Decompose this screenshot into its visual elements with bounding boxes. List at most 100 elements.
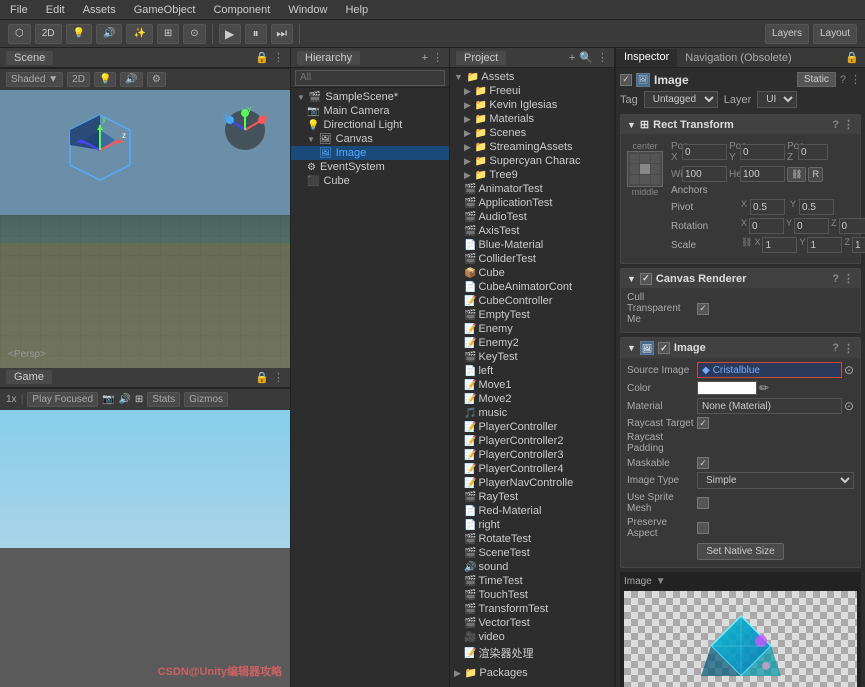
- tool-q[interactable]: ⬡: [8, 24, 31, 44]
- pivot-y-value[interactable]: 0.5: [799, 199, 834, 215]
- proj-raytest[interactable]: 🎬 RayTest: [450, 490, 614, 504]
- proj-kevin[interactable]: ▶ 📁 Kevin Iglesias: [450, 98, 614, 112]
- proj-enemy[interactable]: 📝 Enemy: [450, 322, 614, 336]
- cr-checkbox[interactable]: ✓: [640, 273, 652, 285]
- proj-freeui[interactable]: ▶ 📁 Freeui: [450, 84, 614, 98]
- image-type-dropdown[interactable]: Simple: [697, 472, 854, 489]
- gizmos-btn[interactable]: Gizmos: [184, 392, 228, 407]
- native-size-button[interactable]: Set Native Size: [697, 543, 783, 560]
- proj-streaming[interactable]: ▶ 📁 StreamingAssets: [450, 140, 614, 154]
- rect-help-icon[interactable]: ?: [832, 119, 839, 131]
- proj-playercontroller2[interactable]: 📝 PlayerController2: [450, 434, 614, 448]
- proj-move2[interactable]: 📝 Move2: [450, 392, 614, 406]
- proj-applicationtest[interactable]: 🎬 ApplicationTest: [450, 196, 614, 210]
- layer-dropdown[interactable]: UI: [757, 91, 797, 108]
- game-view-canvas[interactable]: CSDN@Unity编辑器攻略: [0, 410, 290, 687]
- cr-help-icon[interactable]: ?: [832, 273, 839, 285]
- scale-y-value[interactable]: 1: [807, 237, 842, 253]
- maskable-checkbox[interactable]: ✓: [697, 457, 709, 469]
- audio-toggle[interactable]: 🔊: [96, 24, 122, 44]
- menu-assets[interactable]: Assets: [79, 4, 120, 16]
- stats-btn[interactable]: Stats: [147, 392, 180, 407]
- proj-left[interactable]: 📄 left: [450, 364, 614, 378]
- proj-bluematerial[interactable]: 📄 Blue-Material: [450, 238, 614, 252]
- proj-audiotest[interactable]: 🎬 AudioTest: [450, 210, 614, 224]
- menu-file[interactable]: File: [6, 4, 32, 16]
- component-checkbox[interactable]: ✓: [620, 74, 632, 86]
- proj-scenes[interactable]: ▶ 📁 Scenes: [450, 126, 614, 140]
- proj-touchtest[interactable]: 🎬 TouchTest: [450, 588, 614, 602]
- rot-x-value[interactable]: 0: [749, 218, 784, 234]
- play-focused-btn[interactable]: Play Focused: [27, 392, 98, 407]
- navigation-tab[interactable]: Navigation (Obsolete): [677, 50, 799, 66]
- color-pick-icon[interactable]: ✏: [759, 381, 769, 395]
- project-more-icon[interactable]: ⋮: [597, 51, 608, 64]
- img-help-icon[interactable]: ?: [832, 342, 839, 354]
- proj-move1[interactable]: 📝 Move1: [450, 378, 614, 392]
- layout-btn[interactable]: Layout: [813, 24, 857, 44]
- game-lock-icon[interactable]: 🔒: [255, 371, 269, 384]
- posx-value[interactable]: 0: [682, 144, 727, 160]
- proj-collidertest[interactable]: 🎬 ColliderTest: [450, 252, 614, 266]
- project-search-icon[interactable]: 🔍: [579, 51, 593, 64]
- proj-sound[interactable]: 🔊 sound: [450, 560, 614, 574]
- proj-emptytest[interactable]: 🎬 EmptyTest: [450, 308, 614, 322]
- inspector-tab[interactable]: Inspector: [616, 49, 677, 67]
- inspector-lock-icon[interactable]: 🔒: [839, 51, 865, 64]
- project-tab[interactable]: Project: [456, 51, 506, 65]
- img-checkbox[interactable]: ✓: [658, 342, 670, 354]
- proj-playernav[interactable]: 📝 PlayerNavControlle: [450, 476, 614, 490]
- light-toggle[interactable]: 💡: [66, 24, 92, 44]
- proj-axistest[interactable]: 🎬 AxisTest: [450, 224, 614, 238]
- cr-more-icon[interactable]: ⋮: [843, 272, 854, 285]
- project-add-icon[interactable]: +: [569, 52, 575, 64]
- raycast-target-checkbox[interactable]: ✓: [697, 417, 709, 429]
- rect-transform-header[interactable]: ▼ ⊞ Rect Transform ? ⋮: [621, 115, 860, 134]
- tree-directionallight[interactable]: 💡 Directional Light: [291, 118, 449, 132]
- play-button[interactable]: ▶: [219, 24, 241, 44]
- component-more-icon[interactable]: ⋮: [850, 73, 861, 86]
- grid-toggle[interactable]: ⊞: [157, 24, 179, 44]
- tree-eventsystem[interactable]: ⚙ EventSystem: [291, 160, 449, 174]
- r-btn[interactable]: R: [808, 167, 823, 182]
- hierarchy-add-icon[interactable]: +: [422, 52, 428, 64]
- layers-btn[interactable]: Layers: [765, 24, 809, 44]
- scene-tab[interactable]: Scene: [6, 51, 53, 65]
- game-more-icon[interactable]: ⋮: [273, 371, 284, 384]
- tree-image[interactable]: 🖼 Image: [291, 146, 449, 160]
- hierarchy-more-icon[interactable]: ⋮: [432, 51, 443, 64]
- proj-music[interactable]: 🎵 music: [450, 406, 614, 420]
- proj-rotatetest[interactable]: 🎬 RotateTest: [450, 532, 614, 546]
- color-picker[interactable]: [697, 381, 757, 395]
- proj-enemy2[interactable]: 📝 Enemy2: [450, 336, 614, 350]
- static-badge[interactable]: Static: [797, 72, 836, 87]
- fx-toggle[interactable]: ✨: [126, 24, 152, 44]
- rot-y-value[interactable]: 0: [794, 218, 829, 234]
- rot-z-value[interactable]: 0: [839, 218, 865, 234]
- rect-more-icon[interactable]: ⋮: [843, 118, 854, 131]
- game-tab[interactable]: Game: [6, 370, 52, 384]
- pivot-x-value[interactable]: 0.5: [750, 199, 785, 215]
- material-value[interactable]: None (Material): [697, 398, 842, 414]
- scene-2d-btn[interactable]: 2D: [67, 72, 90, 87]
- width-value[interactable]: 100: [682, 166, 727, 182]
- proj-animatortest[interactable]: 🎬 AnimatorTest: [450, 182, 614, 196]
- proj-tree9[interactable]: ▶ 📁 Tree9: [450, 168, 614, 182]
- tag-dropdown[interactable]: Untagged: [644, 91, 718, 108]
- constrain-btn[interactable]: ⛓: [787, 167, 806, 182]
- posy-value[interactable]: 0: [740, 144, 785, 160]
- proj-materials[interactable]: ▶ 📁 Materials: [450, 112, 614, 126]
- posz-value[interactable]: 0: [798, 144, 828, 160]
- scene-audio-btn[interactable]: 🔊: [120, 72, 142, 87]
- proj-timetest[interactable]: 🎬 TimeTest: [450, 574, 614, 588]
- scale-x-value[interactable]: 1: [762, 237, 797, 253]
- scale-z-value[interactable]: 1: [852, 237, 865, 253]
- cull-checkbox[interactable]: ✓: [697, 303, 709, 315]
- image-section-header[interactable]: ▼ 🖼 ✓ Image ? ⋮: [621, 338, 860, 358]
- proj-cube[interactable]: 📦 Cube: [450, 266, 614, 280]
- proj-playercontroller[interactable]: 📝 PlayerController: [450, 420, 614, 434]
- preserve-aspect-checkbox[interactable]: [697, 522, 709, 534]
- proj-vectortest[interactable]: 🎬 VectorTest: [450, 616, 614, 630]
- step-button[interactable]: ⏭: [271, 24, 293, 44]
- proj-renderer[interactable]: 📝 渲染器处理: [450, 644, 614, 662]
